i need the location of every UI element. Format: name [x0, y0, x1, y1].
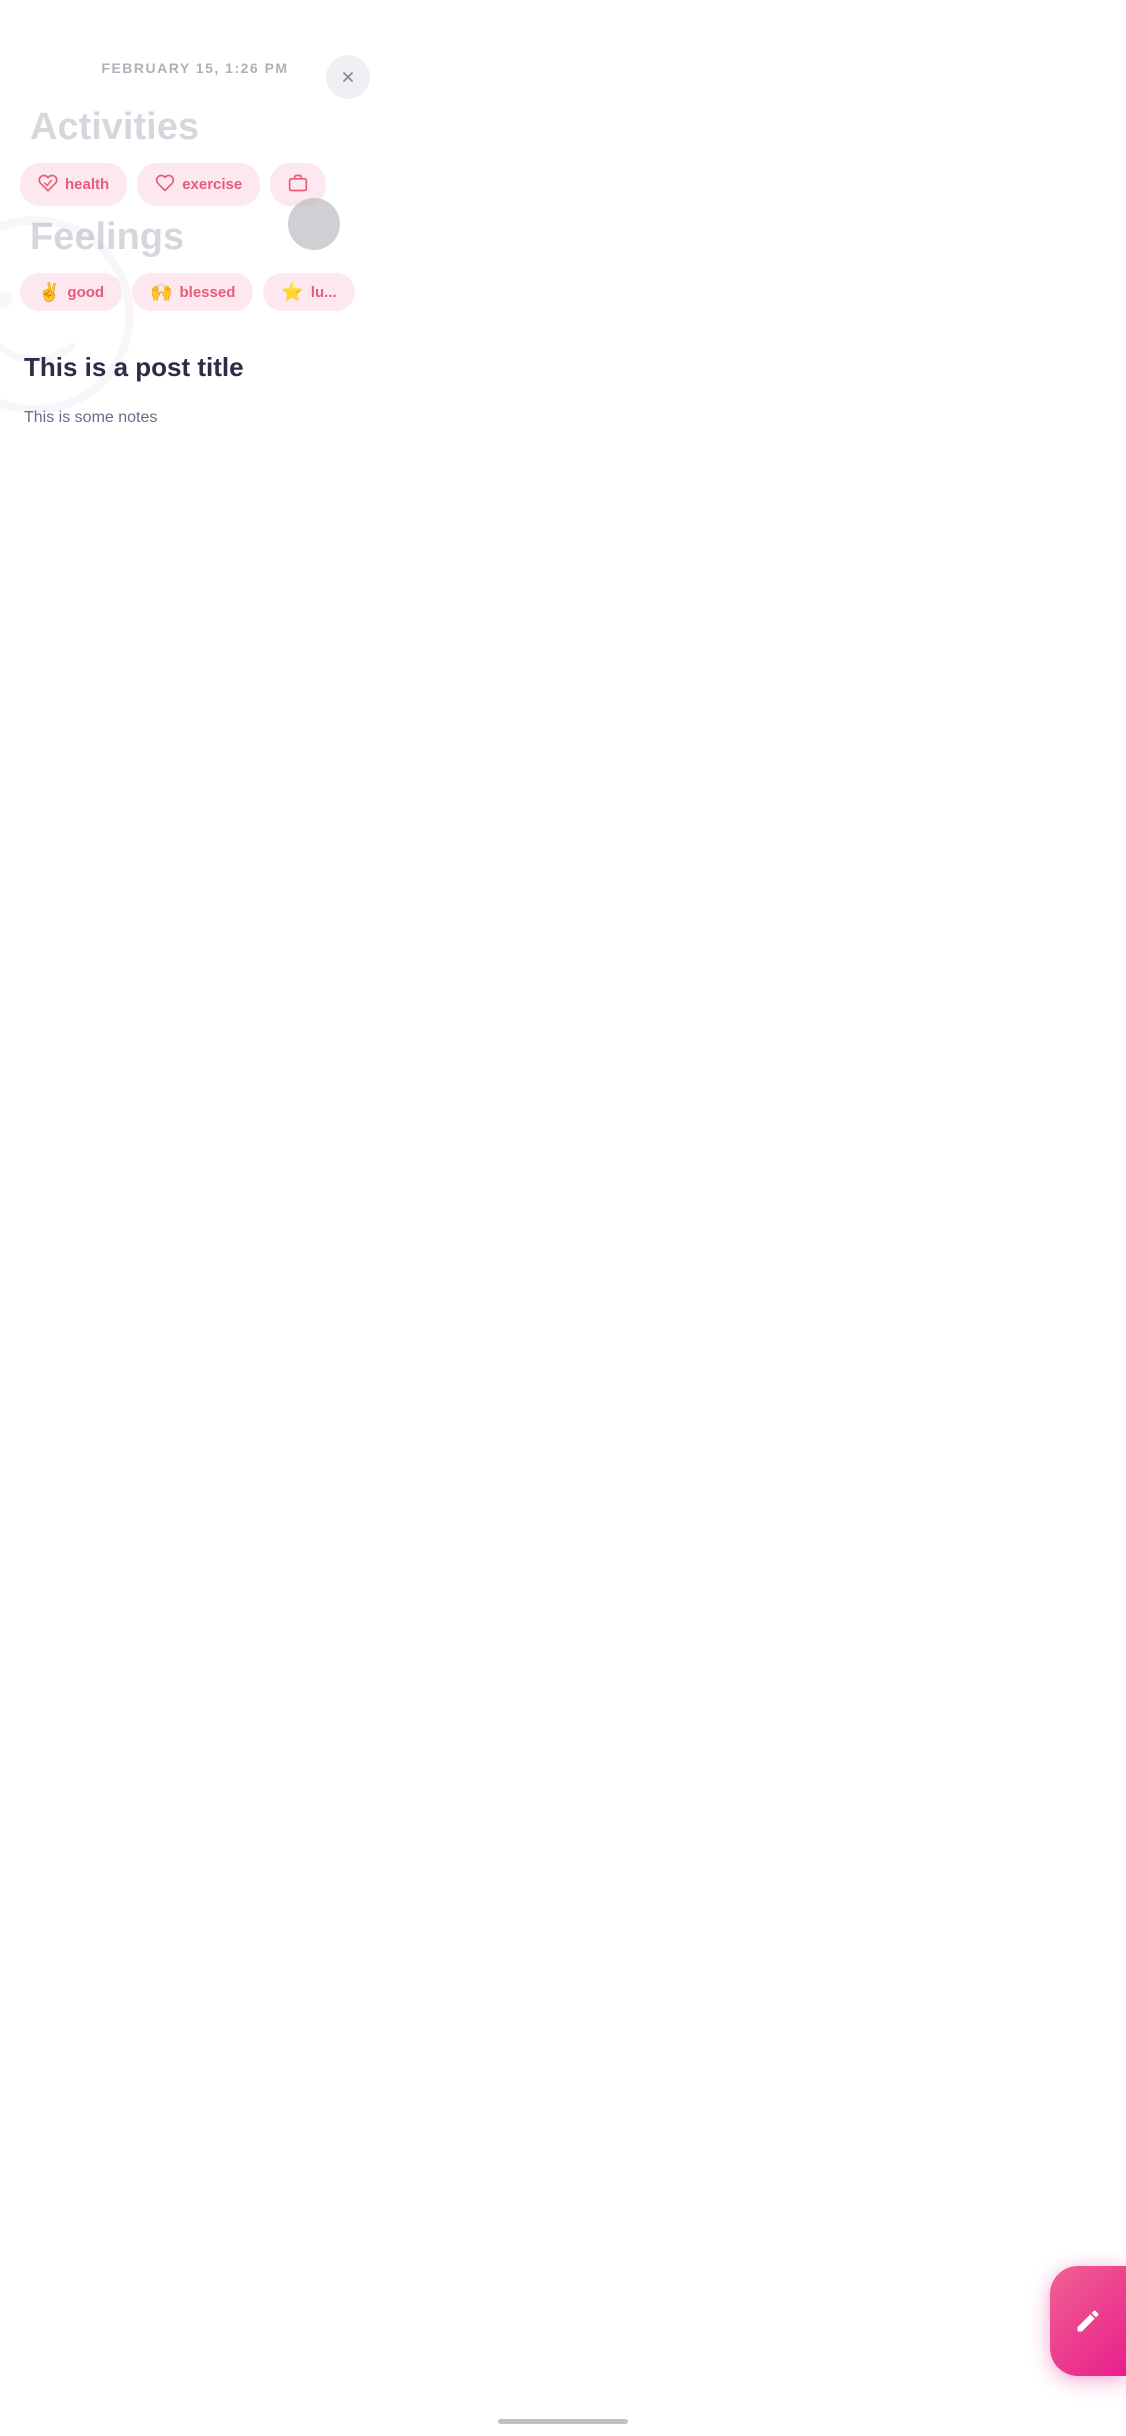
work-icon: [288, 173, 308, 196]
edit-fab[interactable]: [1050, 2266, 1126, 2376]
tag-exercise[interactable]: exercise: [137, 163, 260, 206]
tag-good[interactable]: ✌️ good: [20, 273, 122, 311]
health-label: health: [65, 176, 109, 193]
activities-title: Activities: [20, 106, 370, 149]
blessed-label: blessed: [180, 284, 236, 301]
lucky-label: lu...: [311, 284, 337, 301]
blessed-icon: 🙌: [150, 283, 172, 301]
page-wrapper: FEBRUARY 15, 1:26 PM Activities: [0, 0, 390, 844]
home-indicator: [498, 2419, 628, 2424]
feelings-tags-row: ✌️ good 🙌 blessed ⭐ lu...: [0, 273, 390, 311]
floating-circle: [288, 198, 340, 250]
close-button[interactable]: [326, 55, 370, 99]
post-title: This is a post title: [24, 351, 366, 385]
post-notes: This is some notes: [24, 405, 366, 431]
good-label: good: [67, 284, 104, 301]
post-content: This is a post title This is some notes: [0, 311, 390, 450]
health-icon: [38, 173, 58, 196]
good-icon: ✌️: [38, 283, 60, 301]
tag-blessed[interactable]: 🙌 blessed: [132, 273, 253, 311]
exercise-label: exercise: [182, 176, 242, 193]
tag-health[interactable]: health: [20, 163, 127, 206]
header: FEBRUARY 15, 1:26 PM: [0, 0, 390, 96]
lucky-icon: ⭐: [281, 283, 303, 301]
tag-lucky[interactable]: ⭐ lu...: [263, 273, 354, 311]
header-date: FEBRUARY 15, 1:26 PM: [101, 60, 288, 76]
exercise-icon: [155, 173, 175, 196]
activities-section: Activities health: [0, 106, 390, 206]
edit-icon: [1074, 2307, 1102, 2335]
